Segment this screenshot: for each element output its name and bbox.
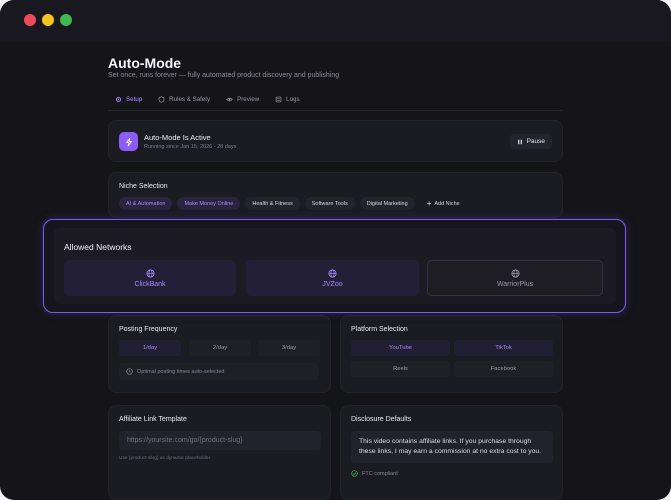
niche-chip-digital-marketing[interactable]: Digital Marketing bbox=[359, 197, 415, 210]
network-option-warriorplus[interactable]: WarriorPlus bbox=[427, 260, 603, 296]
tab-rules-safety[interactable]: Rules & Safety bbox=[158, 96, 210, 103]
disclosure-textarea[interactable]: This video contains affiliate links. If … bbox=[351, 431, 553, 463]
frequency-note-text: Optimal posting times auto-selected bbox=[137, 368, 225, 375]
tab-label: Setup bbox=[126, 96, 143, 103]
platform-option-reels[interactable]: Reels bbox=[351, 361, 450, 377]
frequency-option-3-day[interactable]: 3/day bbox=[258, 340, 320, 356]
disclosure-defaults-card: Disclosure Defaults This video contains … bbox=[340, 405, 563, 500]
check-circle-icon bbox=[351, 470, 358, 477]
tab-bar: Setup Rules & Safety Preview Logs bbox=[115, 96, 316, 103]
tab-preview[interactable]: Preview bbox=[226, 96, 259, 103]
platform-option-tiktok[interactable]: TikTok bbox=[454, 340, 553, 356]
pause-button[interactable]: Pause bbox=[509, 134, 552, 149]
close-window-button[interactable] bbox=[24, 14, 36, 26]
clock-icon bbox=[126, 368, 133, 375]
frequency-option-1-day[interactable]: 1/day bbox=[119, 340, 181, 356]
status-subtitle: Running since Jan 15, 2026 · 28 days bbox=[144, 144, 237, 150]
compliance-status: FTC compliant bbox=[351, 470, 398, 477]
niche-section-label: Niche Selection bbox=[119, 183, 168, 190]
globe-icon bbox=[145, 268, 155, 278]
affiliate-link-input[interactable]: https://yoursite.com/go/{product-slug} bbox=[119, 431, 321, 450]
network-option-clickbank[interactable]: ClickBank bbox=[64, 260, 236, 296]
tab-label: Logs bbox=[286, 96, 300, 103]
gear-icon bbox=[115, 96, 122, 103]
network-label: ClickBank bbox=[134, 280, 166, 288]
list-icon bbox=[275, 96, 282, 103]
tab-label: Preview bbox=[237, 96, 260, 103]
tab-setup[interactable]: Setup bbox=[115, 96, 142, 103]
allowed-networks-card: Allowed Networks ClickBank JVZoo Warrior… bbox=[54, 228, 616, 304]
tab-label: Rules & Safety bbox=[169, 96, 211, 103]
auto-mode-status-card: Auto-Mode Is Active Running since Jan 15… bbox=[108, 120, 563, 162]
tab-divider bbox=[108, 110, 563, 111]
network-label: JVZoo bbox=[322, 280, 343, 288]
compliance-text: FTC compliant bbox=[362, 470, 398, 477]
platform-option-youtube[interactable]: YouTube bbox=[351, 340, 450, 356]
globe-icon bbox=[510, 268, 520, 278]
niche-chip-software-tools[interactable]: Software Tools bbox=[304, 197, 355, 210]
add-niche-label: Add Niche bbox=[434, 200, 460, 207]
platform-selection-card: Platform Selection YouTube TikTok Reels … bbox=[340, 315, 563, 393]
bolt-icon bbox=[119, 132, 138, 151]
maximize-window-button[interactable] bbox=[60, 14, 72, 26]
pause-icon bbox=[517, 139, 522, 144]
status-title: Auto-Mode Is Active bbox=[144, 133, 211, 142]
tab-logs[interactable]: Logs bbox=[275, 96, 300, 103]
affiliate-section-label: Affiliate Link Template bbox=[119, 416, 187, 423]
frequency-note: Optimal posting times auto-selected bbox=[119, 363, 319, 380]
niche-chips: AI & Automation Make Money Online Health… bbox=[119, 197, 467, 210]
platform-option-facebook[interactable]: Facebook bbox=[454, 361, 553, 377]
platform-section-label: Platform Selection bbox=[351, 326, 408, 333]
frequency-section-label: Posting Frequency bbox=[119, 326, 178, 333]
pause-label: Pause bbox=[526, 138, 545, 145]
network-option-jvzoo[interactable]: JVZoo bbox=[246, 260, 419, 296]
niche-chip-make-money-online[interactable]: Make Money Online bbox=[177, 197, 241, 210]
frequency-option-2-day[interactable]: 2/day bbox=[189, 340, 251, 356]
page-subtitle: Set once, runs forever — fully automated… bbox=[108, 72, 340, 79]
niche-chip-health-fitness[interactable]: Health & Fitness bbox=[245, 197, 300, 210]
networks-section-label: Allowed Networks bbox=[64, 242, 132, 252]
niche-selection-card: Niche Selection AI & Automation Make Mon… bbox=[108, 172, 563, 218]
add-niche-button[interactable]: + Add Niche bbox=[420, 197, 467, 210]
page-title: Auto-Mode bbox=[108, 55, 182, 71]
plus-icon: + bbox=[426, 199, 432, 208]
globe-icon bbox=[328, 268, 337, 278]
app-window: Auto-Mode Set once, runs forever — fully… bbox=[0, 0, 671, 500]
shield-icon bbox=[158, 96, 165, 103]
affiliate-hint: Use {product-slug} as dynamic placeholde… bbox=[119, 456, 211, 461]
allowed-networks-panel: Allowed Networks ClickBank JVZoo Warrior… bbox=[43, 219, 626, 313]
eye-icon bbox=[226, 97, 233, 102]
network-label: WarriorPlus bbox=[496, 280, 534, 288]
affiliate-link-card: Affiliate Link Template https://yoursite… bbox=[108, 405, 331, 500]
niche-chip-ai-automation[interactable]: AI & Automation bbox=[119, 197, 173, 210]
posting-frequency-card: Posting Frequency 1/day 2/day 3/day Opti… bbox=[108, 315, 331, 393]
disclosure-section-label: Disclosure Defaults bbox=[351, 416, 412, 423]
minimize-window-button[interactable] bbox=[42, 14, 54, 26]
